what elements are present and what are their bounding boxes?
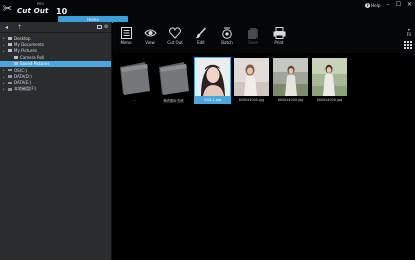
app-brand: Cut Out bbox=[17, 7, 49, 15]
expand-icon[interactable]: ▸ bbox=[3, 49, 6, 53]
file-browser: .. 换衣图片去底 GSG-1.jpg 6000x4000.jpg 6000x4… bbox=[113, 53, 415, 260]
eye-icon bbox=[143, 29, 157, 37]
print-label: Print bbox=[274, 40, 284, 45]
app-logo: ✂ Cut Out PRO 10 bbox=[3, 2, 68, 20]
photo-image bbox=[312, 58, 347, 96]
expand-icon[interactable]: ▸ bbox=[3, 43, 6, 47]
tree-item-label: 本地磁盘(F:) bbox=[14, 86, 37, 92]
file-name: 6000x4000.jpg bbox=[277, 98, 304, 102]
save-label: Save bbox=[248, 40, 258, 45]
file-thumb[interactable]: 换衣图片去底 bbox=[155, 57, 192, 104]
sort-label: Fil bbox=[406, 32, 411, 37]
folder-icon bbox=[14, 62, 18, 66]
sort-button[interactable]: ▾ Fil bbox=[406, 28, 411, 38]
cut-out-button[interactable]: Cut Out bbox=[165, 27, 185, 51]
cut-out-label: Cut Out bbox=[167, 40, 183, 45]
view-button[interactable]: View bbox=[140, 27, 160, 51]
file-thumb[interactable]: 6000x4000.jpg bbox=[272, 57, 309, 104]
back-icon[interactable]: ◂ bbox=[5, 24, 8, 31]
desktop-icon bbox=[8, 36, 12, 40]
tree-item-label: DATA(D:) bbox=[14, 74, 32, 80]
batch-icon bbox=[222, 27, 232, 39]
close-icon[interactable]: ✕ bbox=[407, 2, 412, 8]
folder-icon bbox=[120, 62, 150, 95]
batch-button[interactable]: Batch bbox=[217, 27, 237, 51]
edit-label: Edit bbox=[197, 40, 205, 45]
drive-icon bbox=[8, 81, 12, 85]
menu-icon bbox=[120, 27, 132, 39]
folder-thumb bbox=[156, 58, 191, 96]
photo-image bbox=[273, 58, 308, 96]
expand-icon[interactable]: ▸ bbox=[3, 68, 6, 72]
title-bar: ✂ Cut Out PRO 10 Home ? Help – ☐ ✕ bbox=[0, 0, 415, 23]
main-toolbar: Menu View Cut Out Edit Batch Save Print … bbox=[113, 22, 415, 53]
photo-thumb bbox=[195, 58, 230, 96]
window-controls: ? Help – ☐ ✕ bbox=[365, 1, 412, 9]
file-name: 6000x4000.jpg bbox=[238, 98, 265, 102]
minimize-icon[interactable]: – bbox=[387, 2, 390, 8]
drive-icon bbox=[8, 88, 12, 91]
folder-tree: ▸ Desktop ▸ My Documents ▸ My Pictures Camera … bbox=[0, 33, 111, 93]
tree-item-label: Camera Roll bbox=[20, 54, 45, 60]
print-button[interactable]: Print bbox=[269, 27, 289, 51]
heart-icon bbox=[169, 27, 181, 39]
help-icon: ? bbox=[365, 2, 371, 8]
tree-toolbar: ◂ ⇡ ⚙ bbox=[0, 22, 111, 33]
drive-icon bbox=[8, 75, 12, 78]
batch-label: Batch bbox=[221, 40, 233, 45]
menu-button[interactable]: Menu bbox=[116, 27, 136, 51]
gear-icon[interactable]: ⚙ bbox=[104, 24, 108, 30]
save-button[interactable]: Save bbox=[243, 27, 263, 51]
grid-view-icon[interactable] bbox=[404, 41, 412, 49]
edit-button[interactable]: Edit bbox=[191, 27, 211, 51]
file-name: 6000x4000.jpg bbox=[316, 98, 343, 102]
tree-item-label: Desktop bbox=[14, 35, 31, 41]
file-thumb-selected[interactable]: GSG-1.jpg bbox=[194, 57, 231, 104]
portrait-photo bbox=[195, 58, 230, 96]
folder-tree-panel: ◂ ⇡ ⚙ ▸ Desktop ▸ My Documents ▸ My Pictures C… bbox=[0, 22, 112, 260]
file-thumb[interactable]: 6000x4000.jpg bbox=[233, 57, 270, 104]
tree-item-label: DATA(E:) bbox=[14, 80, 32, 86]
photo-thumb bbox=[312, 58, 347, 96]
folder-icon bbox=[8, 43, 12, 47]
save-icon bbox=[248, 28, 258, 39]
file-thumb[interactable]: .. bbox=[116, 57, 153, 104]
expand-icon[interactable]: ▸ bbox=[3, 87, 6, 91]
upload-icon[interactable]: ⇡ bbox=[17, 24, 22, 31]
tree-item-label: Saved Pictures bbox=[20, 61, 50, 67]
drive-icon bbox=[8, 68, 12, 72]
photo-thumb bbox=[234, 58, 269, 96]
tree-item[interactable]: ▸ 本地磁盘(F:) bbox=[0, 86, 111, 92]
tree-item-label: My Pictures bbox=[14, 48, 37, 54]
folder-icon bbox=[159, 62, 189, 95]
tree-item-label: OS(C:) bbox=[14, 67, 27, 73]
app-version: 10 bbox=[56, 7, 68, 16]
new-folder-icon[interactable] bbox=[97, 25, 102, 29]
tree-item-label: My Documents bbox=[14, 42, 44, 48]
folder-thumb bbox=[117, 58, 152, 96]
file-name: .. bbox=[133, 98, 136, 102]
help-button[interactable]: ? Help bbox=[365, 2, 381, 8]
expand-icon[interactable]: ▸ bbox=[3, 36, 6, 40]
file-name: 换衣图片去底 bbox=[163, 99, 184, 103]
photo-thumb bbox=[273, 58, 308, 96]
expand-icon[interactable]: ▸ bbox=[3, 75, 6, 79]
folder-icon bbox=[8, 49, 12, 53]
photo-image bbox=[234, 58, 269, 96]
expand-icon[interactable]: ▸ bbox=[3, 81, 6, 85]
maximize-icon[interactable]: ☐ bbox=[396, 2, 401, 8]
folder-icon bbox=[14, 55, 18, 59]
scissors-icon: ✂ bbox=[3, 2, 13, 15]
file-name: GSG-1.jpg bbox=[203, 98, 222, 102]
view-label: View bbox=[145, 40, 155, 45]
brush-icon bbox=[195, 27, 207, 39]
menu-label: Menu bbox=[120, 40, 132, 45]
help-label: Help bbox=[371, 2, 381, 8]
print-icon bbox=[273, 27, 285, 39]
file-thumb[interactable]: 6000x4000.jpg bbox=[311, 57, 348, 104]
app-edition: PRO bbox=[37, 2, 45, 6]
